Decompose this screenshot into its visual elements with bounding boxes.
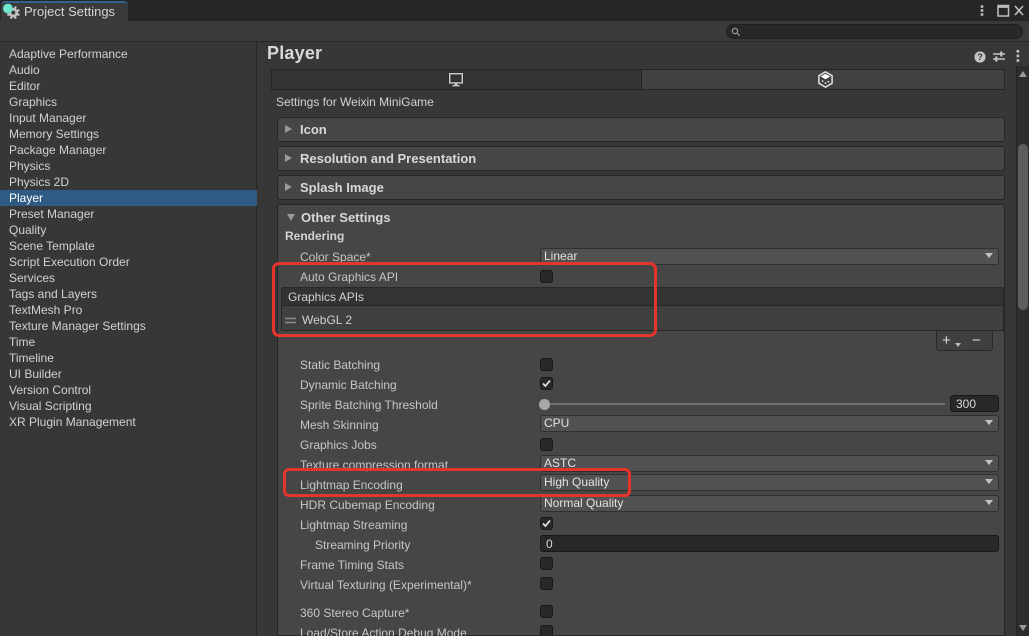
svg-text:?: ? (977, 52, 983, 62)
